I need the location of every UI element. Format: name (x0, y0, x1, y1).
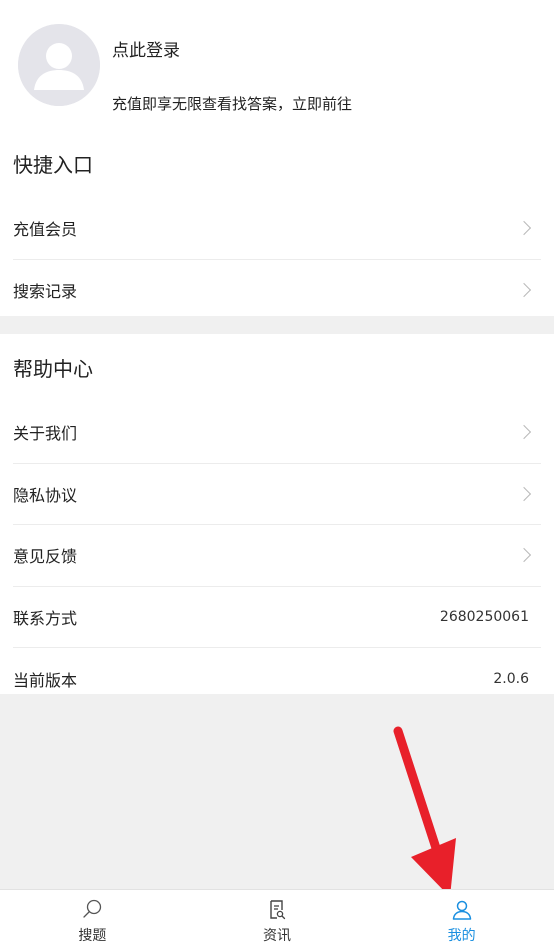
avatar[interactable] (18, 24, 100, 106)
person-placeholder-icon (18, 24, 100, 106)
news-icon (270, 900, 286, 920)
search-icon (83, 899, 102, 918)
menu-item-privacy-policy[interactable]: 隐私协议 (13, 464, 541, 525)
menu-item-label: 当前版本 (13, 670, 78, 690)
bottom-nav: 搜题 资讯 我的 (0, 889, 554, 951)
menu-item-label: 充值会员 (13, 220, 78, 240)
tab-label: 我的 (447, 928, 476, 944)
chevron-right-icon (516, 486, 532, 501)
chevron-right-icon (516, 548, 532, 563)
menu-item-contact: 联系方式 2680250061 (13, 587, 541, 648)
chevron-right-icon (516, 221, 532, 236)
contact-value: 2680250061 (439, 608, 529, 625)
menu-item-feedback[interactable]: 意见反馈 (13, 525, 541, 587)
tab-news[interactable]: 资讯 (185, 890, 370, 951)
chevron-right-icon (516, 283, 532, 298)
login-link[interactable]: 点此登录 (112, 36, 180, 61)
person-icon (452, 900, 471, 920)
menu-item-label: 联系方式 (13, 608, 78, 628)
tab-label: 搜题 (78, 928, 107, 944)
profile-header[interactable]: 点此登录 充值即享无限查看找答案，立即前往 (0, 0, 554, 130)
menu-item-label: 意见反馈 (13, 547, 78, 567)
recharge-promo-text[interactable]: 充值即享无限查看找答案，立即前往 (112, 93, 352, 114)
menu-item-search-history[interactable]: 搜索记录 (13, 260, 541, 322)
section-title-help-center: 帮助中心 (13, 357, 93, 381)
tab-label: 资讯 (263, 928, 291, 944)
chevron-right-icon (516, 425, 532, 440)
menu-item-label: 关于我们 (13, 424, 78, 444)
quick-entry-section: 快捷入口 充值会员 搜索记录 (0, 130, 554, 316)
version-value: 2.0.6 (493, 670, 529, 687)
menu-item-version: 当前版本 2.0.6 (13, 648, 541, 710)
section-title-quick-entry: 快捷入口 (13, 153, 93, 177)
menu-item-about-us[interactable]: 关于我们 (13, 402, 541, 464)
tab-search[interactable]: 搜题 (0, 890, 185, 951)
tab-mine[interactable]: 我的 (369, 890, 554, 951)
menu-item-label: 搜索记录 (13, 282, 78, 302)
menu-item-recharge-vip[interactable]: 充值会员 (13, 198, 541, 260)
menu-item-label: 隐私协议 (13, 485, 78, 505)
help-center-section: 帮助中心 关于我们 隐私协议 意见反馈 联系方式 2680250061 当前版本… (0, 334, 554, 694)
